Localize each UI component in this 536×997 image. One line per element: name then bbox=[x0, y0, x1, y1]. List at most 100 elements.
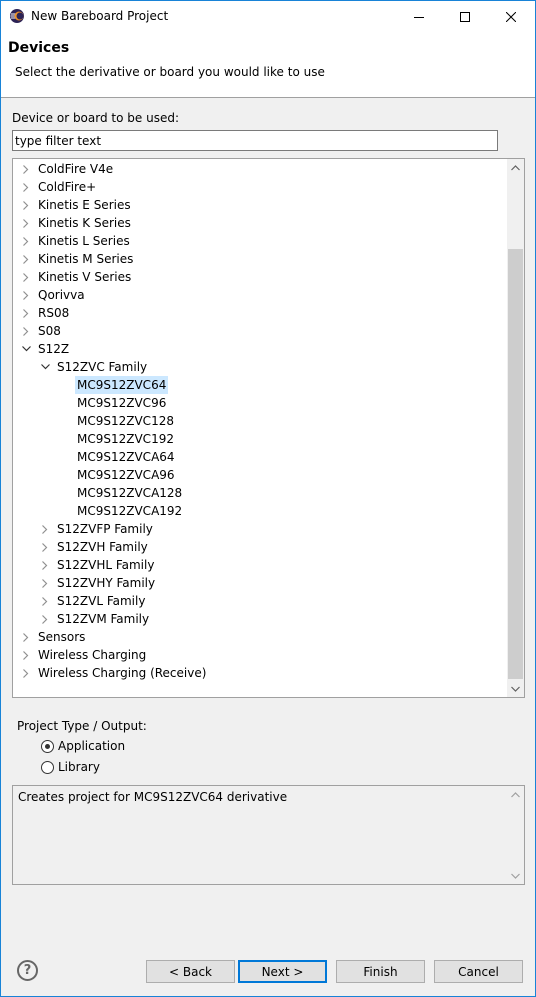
filter-input[interactable] bbox=[12, 130, 498, 151]
radio-application[interactable]: Application bbox=[41, 738, 125, 754]
help-icon: ? bbox=[23, 963, 32, 978]
minimize-button[interactable] bbox=[396, 1, 442, 32]
radio-application-circle[interactable] bbox=[41, 739, 54, 753]
device-tree[interactable]: ColdFire V4e ColdFire+ Kinetis E Series Kin… bbox=[12, 158, 525, 698]
radio-library-circle[interactable] bbox=[41, 760, 54, 774]
tree-item[interactable]: S12ZVH Family bbox=[13, 538, 507, 556]
tree-item[interactable]: S12ZVHY Family bbox=[13, 574, 507, 592]
tree-item[interactable]: S12ZVM Family bbox=[13, 610, 507, 628]
tree-item[interactable]: MC9S12ZVC96 bbox=[13, 394, 507, 412]
chevron-right-icon[interactable] bbox=[21, 250, 31, 268]
tree-item[interactable]: MC9S12ZVC64 bbox=[13, 376, 507, 394]
chevron-down-icon[interactable] bbox=[21, 340, 31, 358]
chevron-down-icon[interactable] bbox=[40, 358, 50, 376]
tree-item[interactable]: Wireless Charging bbox=[13, 646, 507, 664]
tree-item[interactable]: MC9S12ZVCA192 bbox=[13, 502, 507, 520]
chevron-right-icon[interactable] bbox=[21, 214, 31, 232]
chevron-right-icon[interactable] bbox=[21, 646, 31, 664]
tree-item[interactable]: Kinetis E Series bbox=[13, 196, 507, 214]
tree-item[interactable]: S12ZVC Family bbox=[13, 358, 507, 376]
tree-item[interactable]: Wireless Charging (Receive) bbox=[13, 664, 507, 682]
tree-item-label: Kinetis V Series bbox=[38, 270, 132, 284]
back-button[interactable]: < Back bbox=[146, 960, 235, 983]
title-bar[interactable]: New Bareboard Project bbox=[1, 1, 535, 32]
desc-scroll-up-icon[interactable] bbox=[507, 786, 524, 803]
minimize-icon bbox=[414, 16, 424, 18]
chevron-right-icon[interactable] bbox=[40, 556, 50, 574]
chevron-right-icon[interactable] bbox=[21, 664, 31, 682]
maximize-icon bbox=[460, 11, 470, 22]
chevron-right-icon[interactable] bbox=[21, 628, 31, 646]
tree-item[interactable]: Qorivva bbox=[13, 286, 507, 304]
chevron-right-icon[interactable] bbox=[21, 160, 31, 178]
tree-item[interactable]: MC9S12ZVCA128 bbox=[13, 484, 507, 502]
chevron-right-icon[interactable] bbox=[21, 268, 31, 286]
next-button[interactable]: Next > bbox=[238, 960, 327, 983]
tree-item[interactable]: Sensors bbox=[13, 628, 507, 646]
tree-item[interactable]: MC9S12ZVCA64 bbox=[13, 448, 507, 466]
description-text: Creates project for MC9S12ZVC64 derivati… bbox=[18, 790, 288, 804]
tree-item[interactable]: S12ZVL Family bbox=[13, 592, 507, 610]
tree-item[interactable]: Kinetis M Series bbox=[13, 250, 507, 268]
description-scrollbar[interactable] bbox=[507, 786, 524, 884]
tree-item[interactable]: Kinetis L Series bbox=[13, 232, 507, 250]
scroll-thumb[interactable] bbox=[508, 249, 523, 679]
tree-item-label: Sensors bbox=[38, 630, 86, 644]
tree-item-label: MC9S12ZVCA192 bbox=[77, 504, 183, 518]
chevron-right-icon[interactable] bbox=[40, 592, 50, 610]
chevron-right-icon[interactable] bbox=[21, 304, 31, 322]
tree-item-label: MC9S12ZVCA64 bbox=[77, 450, 175, 464]
tree-item-label: S12ZVM Family bbox=[57, 612, 150, 626]
chevron-right-icon[interactable] bbox=[40, 538, 50, 556]
maximize-button[interactable] bbox=[442, 1, 488, 32]
chevron-right-icon[interactable] bbox=[40, 574, 50, 592]
tree-item[interactable]: Kinetis K Series bbox=[13, 214, 507, 232]
chevron-right-icon[interactable] bbox=[40, 520, 50, 538]
tree-item-label: Kinetis M Series bbox=[38, 252, 134, 266]
cancel-button[interactable]: Cancel bbox=[434, 960, 523, 983]
tree-item[interactable]: S12ZVFP Family bbox=[13, 520, 507, 538]
scroll-up-arrow-icon[interactable] bbox=[507, 159, 524, 176]
chevron-right-icon[interactable] bbox=[21, 196, 31, 214]
page-description: Select the derivative or board you would… bbox=[15, 65, 325, 79]
tree-item[interactable]: S08 bbox=[13, 322, 507, 340]
finish-button[interactable]: Finish bbox=[336, 960, 425, 983]
close-button[interactable] bbox=[488, 1, 534, 32]
chevron-right-icon[interactable] bbox=[21, 232, 31, 250]
tree-item[interactable]: MC9S12ZVC128 bbox=[13, 412, 507, 430]
chevron-right-icon[interactable] bbox=[21, 322, 31, 340]
tree-item-label: S12ZVH Family bbox=[57, 540, 148, 554]
tree-item[interactable]: RS08 bbox=[13, 304, 507, 322]
chevron-right-icon[interactable] bbox=[21, 178, 31, 196]
tree-item-label: Qorivva bbox=[38, 288, 85, 302]
description-box: Creates project for MC9S12ZVC64 derivati… bbox=[12, 785, 525, 885]
radio-library-label: Library bbox=[58, 760, 100, 774]
radio-library[interactable]: Library bbox=[41, 759, 100, 775]
tree-item-label: S12ZVHY Family bbox=[57, 576, 156, 590]
tree-item[interactable]: S12ZVHL Family bbox=[13, 556, 507, 574]
tree-item[interactable]: ColdFire V4e bbox=[13, 160, 507, 178]
tree-item[interactable]: MC9S12ZVC192 bbox=[13, 430, 507, 448]
desc-scroll-down-icon[interactable] bbox=[507, 867, 524, 884]
tree-item[interactable]: Kinetis V Series bbox=[13, 268, 507, 286]
tree-item-label: S12ZVHL Family bbox=[57, 558, 155, 572]
tree-item-label: Wireless Charging bbox=[38, 648, 147, 662]
tree-item[interactable]: S12Z bbox=[13, 340, 507, 358]
tree-scrollbar[interactable] bbox=[507, 159, 524, 697]
tree-item-label: MC9S12ZVC192 bbox=[77, 432, 174, 446]
radio-application-label: Application bbox=[58, 739, 126, 753]
tree-item-label: RS08 bbox=[38, 306, 70, 320]
tree-item-label: S12Z bbox=[38, 342, 70, 356]
tree-item-label: ColdFire+ bbox=[38, 180, 97, 194]
scroll-down-arrow-icon[interactable] bbox=[507, 680, 524, 697]
help-button[interactable]: ? bbox=[17, 960, 38, 981]
chevron-right-icon[interactable] bbox=[40, 610, 50, 628]
device-label: Device or board to be used: bbox=[12, 111, 179, 125]
project-type-label: Project Type / Output: bbox=[17, 719, 147, 733]
close-icon bbox=[506, 11, 516, 22]
tree-item[interactable]: ColdFire+ bbox=[13, 178, 507, 196]
tree-item-label: S08 bbox=[38, 324, 61, 338]
chevron-right-icon[interactable] bbox=[21, 286, 31, 304]
tree-item[interactable]: MC9S12ZVCA96 bbox=[13, 466, 507, 484]
tree-item-label: MC9S12ZVCA128 bbox=[77, 486, 183, 500]
